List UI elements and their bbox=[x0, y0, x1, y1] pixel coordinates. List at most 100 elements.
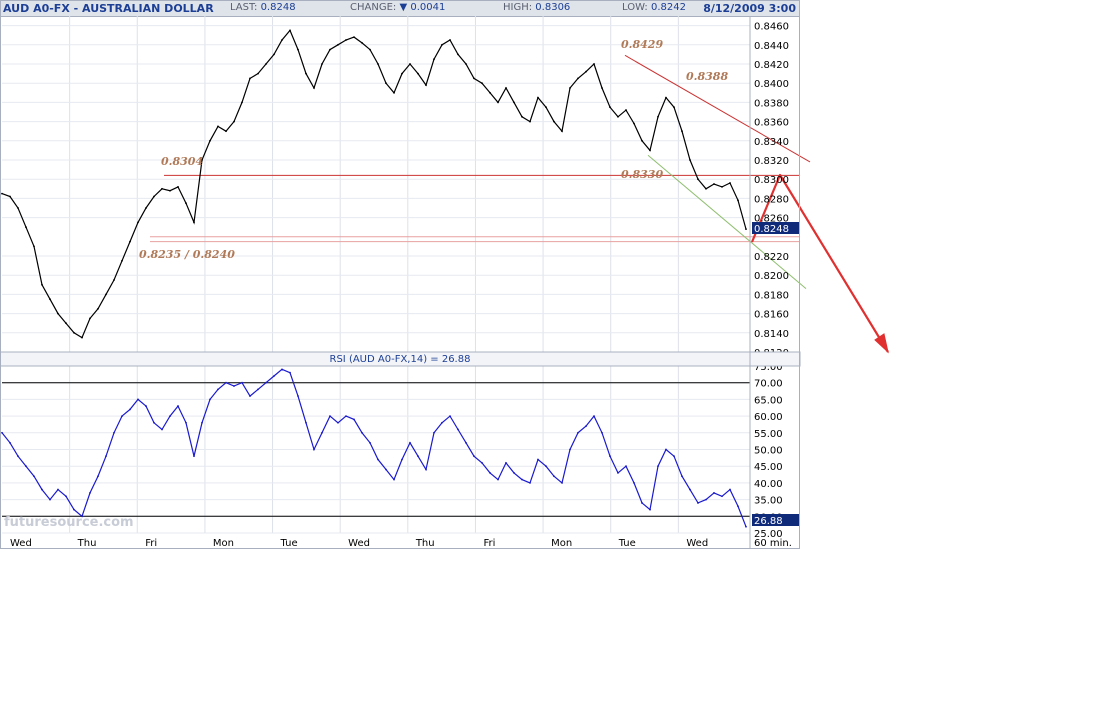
rsi-point bbox=[441, 421, 443, 424]
rsi-point bbox=[385, 468, 387, 471]
price-point bbox=[217, 125, 219, 128]
rsi-point bbox=[281, 368, 283, 371]
price-point bbox=[233, 120, 235, 123]
price-point bbox=[553, 120, 555, 123]
price-point bbox=[625, 109, 627, 111]
price-point bbox=[369, 48, 371, 51]
rsi-point bbox=[457, 428, 459, 431]
rsi-point bbox=[89, 492, 91, 494]
price-point bbox=[737, 199, 739, 202]
rsi-point bbox=[233, 385, 235, 387]
rsi-point bbox=[721, 495, 723, 498]
rsi-point bbox=[409, 441, 411, 444]
price-point bbox=[481, 82, 483, 85]
rsi-point bbox=[265, 381, 267, 384]
price-point bbox=[129, 240, 131, 243]
price-point bbox=[425, 84, 427, 87]
rsi-point bbox=[113, 431, 115, 434]
x-tick-label: Wed bbox=[10, 538, 32, 549]
price-point bbox=[465, 63, 467, 65]
price-tick-label: 0.8140 bbox=[754, 329, 789, 340]
rsi-point bbox=[705, 498, 707, 501]
rsi-point bbox=[489, 471, 491, 474]
x-tick-label: Fri bbox=[483, 538, 495, 549]
price-line bbox=[1, 29, 747, 339]
price-point bbox=[569, 87, 571, 89]
rsi-point bbox=[497, 478, 499, 481]
rsi-point bbox=[273, 375, 275, 377]
rsi-point bbox=[569, 448, 571, 451]
price-point bbox=[449, 39, 451, 41]
rsi-tick-label: 60.00 bbox=[754, 412, 783, 423]
price-point bbox=[105, 293, 107, 296]
rsi-point bbox=[241, 381, 243, 384]
price-point bbox=[529, 120, 531, 123]
price-point bbox=[601, 87, 603, 89]
rsi-point bbox=[297, 395, 299, 397]
rsi-point bbox=[649, 508, 651, 511]
rsi-tick-label: 50.00 bbox=[754, 446, 783, 457]
rsi-point bbox=[585, 425, 587, 428]
price-point bbox=[593, 63, 595, 65]
rsi-point bbox=[713, 492, 715, 494]
rsi-tick-label: 70.00 bbox=[754, 379, 783, 390]
rsi-point bbox=[121, 415, 123, 417]
price-point bbox=[353, 36, 355, 39]
price-point bbox=[313, 87, 315, 89]
annotation-0-8304: 0.8304 bbox=[161, 155, 203, 168]
rsi-point bbox=[673, 455, 675, 458]
price-point bbox=[345, 39, 347, 41]
price-point bbox=[49, 298, 51, 301]
x-tick-label: Thu bbox=[415, 538, 435, 549]
rsi-point bbox=[105, 455, 107, 458]
rsi-point bbox=[417, 455, 419, 458]
rsi-point bbox=[49, 498, 51, 501]
x-tick-label: Mon bbox=[551, 538, 572, 549]
price-point bbox=[209, 139, 211, 142]
interval-label: 60 min. bbox=[754, 538, 792, 549]
price-point bbox=[641, 139, 643, 142]
rsi-point bbox=[425, 468, 427, 471]
rsi-point bbox=[545, 465, 547, 468]
price-tick-label: 0.8160 bbox=[754, 310, 789, 321]
price-point bbox=[681, 130, 683, 133]
price-point bbox=[81, 336, 83, 339]
rsi-title: RSI (AUD A0-FX,14) = 26.88 bbox=[330, 354, 471, 365]
price-tick-label: 0.8380 bbox=[754, 98, 789, 109]
price-point bbox=[505, 87, 507, 89]
price-point bbox=[73, 331, 75, 334]
rsi-point bbox=[73, 508, 75, 511]
price-tick-label: 0.8200 bbox=[754, 271, 789, 282]
chart-canvas: Wed Thu Fri Mon Tue Wed Thu Fri Mon Tue Wed 0.8460 0… bbox=[0, 0, 889, 549]
price-point bbox=[697, 178, 699, 181]
price-point bbox=[401, 72, 403, 75]
price-point bbox=[377, 63, 379, 65]
rsi-point bbox=[257, 388, 259, 391]
price-point bbox=[25, 226, 27, 229]
price-point bbox=[441, 43, 443, 46]
rsi-point bbox=[345, 415, 347, 417]
rsi-point bbox=[577, 431, 579, 434]
annotation-0-8388: 0.8388 bbox=[686, 70, 728, 83]
last-price-label: 0.8248 bbox=[754, 224, 789, 235]
rsi-point bbox=[657, 465, 659, 468]
rsi-point bbox=[553, 475, 555, 478]
x-tick-label: Tue bbox=[280, 538, 298, 549]
price-point bbox=[273, 53, 275, 56]
price-point bbox=[729, 182, 731, 184]
arrow-head-icon bbox=[874, 333, 889, 354]
rsi-point bbox=[449, 415, 451, 417]
rsi-point bbox=[481, 461, 483, 464]
price-point bbox=[193, 221, 195, 224]
price-point bbox=[297, 48, 299, 51]
rsi-point bbox=[25, 465, 27, 468]
price-point bbox=[393, 91, 395, 94]
rsi-point bbox=[137, 398, 139, 401]
rsi-point bbox=[169, 415, 171, 417]
x-tick-label: Thu bbox=[77, 538, 97, 549]
rsi-point bbox=[601, 431, 603, 434]
price-tick-label: 0.8280 bbox=[754, 194, 789, 205]
rsi-point bbox=[681, 475, 683, 478]
price-point bbox=[633, 122, 635, 125]
rsi-point bbox=[377, 458, 379, 461]
